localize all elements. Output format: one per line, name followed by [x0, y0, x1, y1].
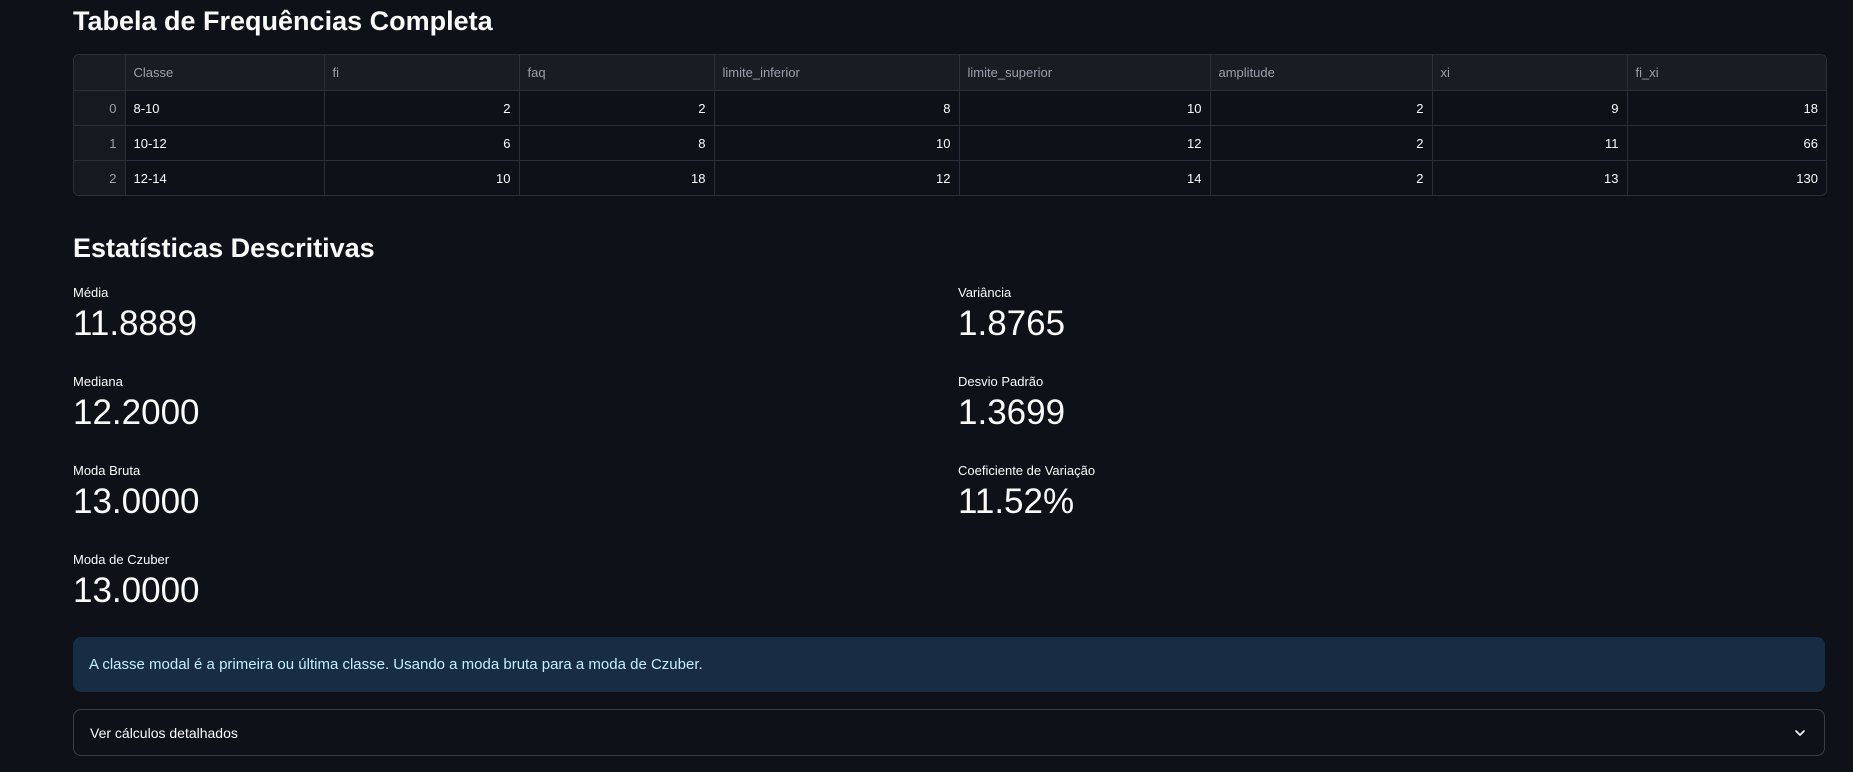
- table-cell[interactable]: 130: [1627, 161, 1826, 196]
- metric-label: Desvio Padrão: [958, 374, 1044, 389]
- column-header-limite-inferior[interactable]: limite_inferior: [714, 55, 960, 91]
- metric-value: 11.8889: [73, 304, 197, 343]
- table-cell[interactable]: 10: [959, 90, 1211, 126]
- metric-label: Moda de Czuber: [73, 552, 170, 567]
- table-cell[interactable]: 2: [324, 90, 520, 126]
- table-header-row: Classe fi faq limite_inferior limite_sup…: [74, 55, 1826, 91]
- table-cell[interactable]: 8-10: [125, 90, 325, 126]
- frequency-table-title: Tabela de Frequências Completa: [73, 6, 493, 36]
- table-cell[interactable]: 18: [519, 160, 715, 195]
- table-cell[interactable]: 18: [1627, 90, 1826, 126]
- table-cell[interactable]: 10: [714, 125, 960, 161]
- chevron-down-icon[interactable]: [1792, 725, 1808, 741]
- table-cell[interactable]: 8: [519, 125, 715, 161]
- metric-label: Moda Bruta: [73, 463, 141, 478]
- metric-value: 11.52%: [958, 482, 1075, 521]
- column-header-faq[interactable]: faq: [519, 55, 715, 91]
- metric-value: 12.2000: [73, 393, 200, 432]
- metric-label: Mediana: [73, 374, 123, 389]
- table-cell[interactable]: 2: [1210, 160, 1433, 195]
- column-header-limite-superior[interactable]: limite_superior: [959, 55, 1211, 91]
- metric-media: Média 11.8889: [73, 284, 197, 346]
- metric-value: 1.8765: [958, 304, 1066, 343]
- detailed-calculations-expander[interactable]: Ver cálculos detalhados: [73, 709, 1825, 756]
- metric-moda-czuber: Moda de Czuber 13.0000: [73, 551, 200, 613]
- column-header-classe[interactable]: Classe: [125, 55, 325, 91]
- metric-variancia: Variância 1.8765: [958, 284, 1065, 346]
- table-row: 1 10-12 6 8 10 12 2 11 66: [74, 125, 1826, 161]
- table-cell[interactable]: 12: [959, 125, 1211, 161]
- row-index: 1: [74, 125, 126, 161]
- row-index: 2: [74, 160, 126, 195]
- info-alert: A classe modal é a primeira ou última cl…: [73, 637, 1825, 692]
- metric-value: 13.0000: [73, 482, 200, 521]
- metric-moda-bruta: Moda Bruta 13.0000: [73, 462, 200, 524]
- table-cell[interactable]: 11: [1432, 125, 1628, 161]
- expander-label: Ver cálculos detalhados: [90, 724, 238, 741]
- table-row: 0 8-10 2 2 8 10 2 9 18: [74, 90, 1826, 126]
- metric-value: 1.3699: [958, 393, 1066, 432]
- table-cell[interactable]: 66: [1627, 125, 1826, 161]
- table-cell[interactable]: 2: [519, 90, 715, 126]
- column-header-fi-xi[interactable]: fi_xi: [1627, 55, 1826, 91]
- descriptive-stats-title: Estatísticas Descritivas: [73, 233, 375, 263]
- column-header-fi[interactable]: fi: [324, 55, 520, 91]
- table-cell[interactable]: 6: [324, 125, 520, 161]
- table-cell[interactable]: 9: [1432, 90, 1628, 126]
- frequency-table[interactable]: Classe fi faq limite_inferior limite_sup…: [73, 54, 1827, 196]
- column-header-index[interactable]: [74, 55, 126, 91]
- metric-coeficiente-variacao: Coeficiente de Variação 11.52%: [958, 462, 1095, 524]
- metric-label: Variância: [958, 285, 1012, 300]
- table-cell[interactable]: 10-12: [125, 125, 325, 161]
- table-cell[interactable]: 10: [324, 160, 520, 195]
- table-cell[interactable]: 2: [1210, 125, 1433, 161]
- metric-value: 13.0000: [73, 571, 200, 610]
- info-alert-text: A classe modal é a primeira ou última cl…: [89, 656, 703, 673]
- table-cell[interactable]: 2: [1210, 90, 1433, 126]
- table-cell[interactable]: 13: [1432, 160, 1628, 195]
- table-cell[interactable]: 8: [714, 90, 960, 126]
- row-index: 0: [74, 90, 126, 126]
- table-cell[interactable]: 12: [714, 160, 960, 195]
- column-header-xi[interactable]: xi: [1432, 55, 1628, 91]
- table-cell[interactable]: 12-14: [125, 160, 325, 195]
- table-row: 2 12-14 10 18 12 14 2 13 130: [74, 160, 1826, 196]
- metric-desvio-padrao: Desvio Padrão 1.3699: [958, 373, 1065, 435]
- table-cell[interactable]: 14: [959, 160, 1211, 195]
- metric-label: Média: [73, 285, 109, 300]
- column-header-amplitude[interactable]: amplitude: [1210, 55, 1433, 91]
- metric-label: Coeficiente de Variação: [958, 463, 1096, 478]
- metric-mediana: Mediana 12.2000: [73, 373, 200, 435]
